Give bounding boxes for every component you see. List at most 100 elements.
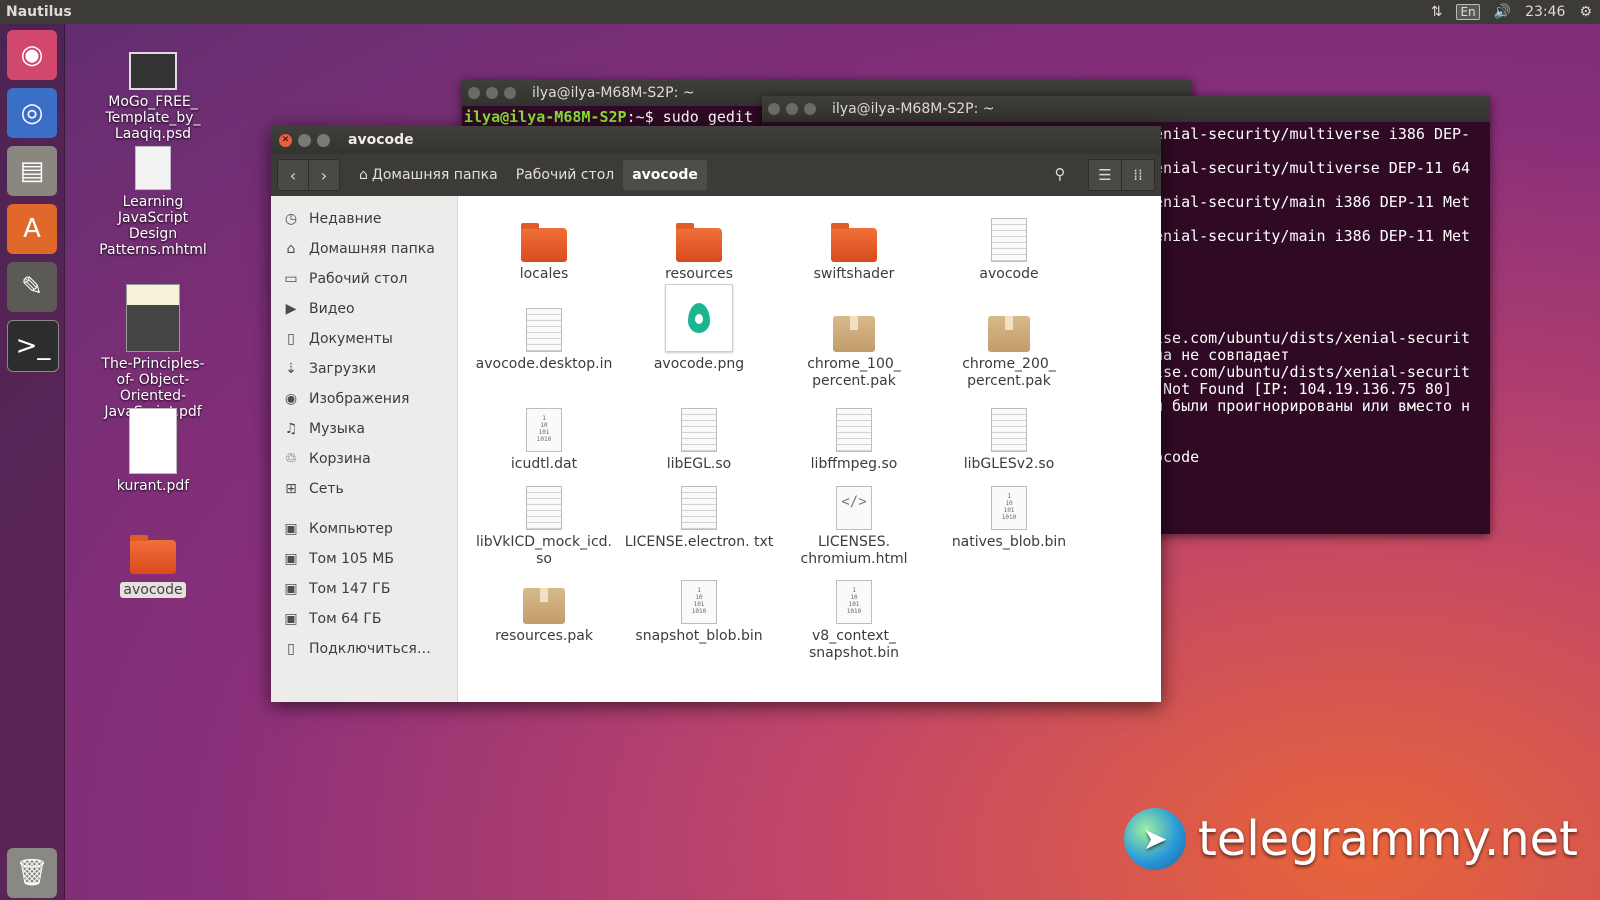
file-glyph [988,316,1030,352]
sidebar-item[interactable]: ▯ Документы [271,324,457,354]
active-app-title: Nautilus [6,4,72,20]
minimize-icon[interactable] [786,103,798,115]
minimize-icon[interactable] [486,87,498,99]
sidebar-item[interactable]: ▣ Компьютер [271,514,457,544]
top-panel: Nautilus ⇅ En 🔊 23:46 ⚙ [0,0,1600,24]
sidebar-item-label: Домашняя папка [309,241,435,257]
file-item[interactable]: 1 10 101 1010 v8_context_ snapshot.bin [778,566,930,662]
file-item[interactable]: chrome_200_ percent.pak [933,294,1085,390]
desktop-folder-avocode[interactable]: avocode [98,534,208,598]
desktop-file-kurant-pdf[interactable]: kurant.pdf [98,408,208,494]
file-item[interactable]: resources [623,204,775,283]
volume-icon[interactable]: 🔊 [1494,4,1511,20]
sidebar-item[interactable]: ▣ Том 147 ГБ [271,574,457,604]
desktop-file-psd[interactable]: MoGo_FREE_ Template_by_ Laaqiq.psd [98,52,208,142]
package-icon [933,294,1085,352]
sidebar-item[interactable]: ⇣ Загрузки [271,354,457,384]
file-item[interactable]: libEGL.so [623,394,775,473]
back-button[interactable]: ‹ [277,159,309,191]
forward-button[interactable]: › [309,159,340,191]
keyboard-layout-indicator[interactable]: En [1456,4,1480,20]
software-center-icon[interactable]: A [7,204,57,254]
file-item[interactable]: 1 10 101 1010 natives_blob.bin [933,472,1085,551]
file-grid[interactable]: locales resources swiftshader avocode avocod… [458,196,1161,702]
terminal-icon[interactable]: >_ [7,320,59,372]
search-icon: ⚲ [1054,165,1066,183]
gimp-icon[interactable]: ✎ [7,262,57,312]
sidebar-item[interactable]: ▣ Том 64 ГБ [271,604,457,634]
files-manager-icon[interactable]: ▤ [7,146,57,196]
sidebar-item[interactable]: ▶ Видео [271,294,457,324]
maximize-icon[interactable] [804,103,816,115]
close-icon[interactable] [468,87,480,99]
sidebar-item[interactable]: ▯ Подключиться… [271,634,457,664]
file-glyph: </> [836,486,872,530]
dash-home-icon[interactable]: ◉ [7,30,57,80]
desktop-file-principles-pdf[interactable]: The-Principles-of- Object-Oriented- Java… [98,284,208,420]
sidebar-item[interactable]: ♫ Музыка [271,414,457,444]
search-button[interactable]: ⚲ [1044,159,1076,189]
terminal-line: ise.com/ubuntu/dists/xenial-securit [1154,329,1471,347]
view-options-button[interactable]: ⁞⁞ [1122,159,1155,191]
maximize-icon[interactable] [317,133,330,147]
list-view-button[interactable]: ☰ [1088,159,1122,191]
sidebar-item[interactable]: ◉ Изображения [271,384,457,414]
file-item[interactable]: 1 10 101 1010 snapshot_blob.bin [623,566,775,645]
sidebar-item-label: Том 64 ГБ [309,611,382,627]
file-item[interactable]: avocode [933,204,1085,283]
text-file-icon [468,294,620,352]
desktop-file-mhtml[interactable]: Learning JavaScript Design Patterns.mhtm… [98,146,208,258]
sidebar-item[interactable]: ⌂ Домашняя папка [271,234,457,264]
window-titlebar[interactable]: ✕ avocode [271,126,1161,154]
terminal-titlebar[interactable]: ilya@ilya-M68M-S2P: ~ [762,96,1490,122]
file-item[interactable]: swiftshader [778,204,930,283]
file-item[interactable]: avocode.desktop.in [468,294,620,373]
network-icon[interactable]: ⇅ [1431,4,1443,20]
file-glyph [991,218,1027,262]
sidebar-item[interactable]: ⊞ Сеть [271,474,457,504]
file-name: locales [519,266,569,282]
file-name: swiftshader [813,266,895,282]
file-manager-window[interactable]: ✕ avocode ‹ › ⌂ Домашняя папка Рабочий ст… [271,126,1161,702]
drive-icon: ▣ [284,581,298,597]
breadcrumb-label: Рабочий стол [515,167,615,183]
file-item[interactable]: chrome_100_ percent.pak [778,294,930,390]
file-item[interactable]: 1 10 101 1010 icudtl.dat [468,394,620,473]
file-item[interactable]: avocode.png [623,284,775,373]
sidebar-separator [271,504,457,514]
file-item[interactable]: locales [468,204,620,283]
file-item[interactable]: resources.pak [468,566,620,645]
file-item[interactable]: libVkICD_mock_icd. so [468,472,620,568]
close-icon[interactable] [768,103,780,115]
breadcrumb-current[interactable]: avocode [623,160,707,190]
breadcrumb-desktop[interactable]: Рабочий стол [507,160,624,190]
breadcrumb-home[interactable]: ⌂ Домашняя папка [350,160,507,190]
file-glyph [526,486,562,530]
file-glyph: 1 10 101 1010 [526,408,562,452]
minimize-icon[interactable] [298,133,311,147]
trash-icon[interactable]: 🗑 [7,848,57,898]
close-icon[interactable]: ✕ [279,133,292,147]
file-name: snapshot_blob.bin [635,628,763,644]
toolbar: ‹ › ⌂ Домашняя папка Рабочий стол avocode… [271,154,1161,196]
breadcrumb: ⌂ Домашняя папка Рабочий стол avocode [350,160,707,190]
file-item[interactable]: libGLESv2.so [933,394,1085,473]
sidebar-item[interactable]: ◷ Недавние [271,204,457,234]
file-name: avocode [979,266,1039,282]
sidebar-item[interactable]: ▣ Том 105 МБ [271,544,457,574]
home-icon: ⌂ [286,241,296,257]
file-item[interactable]: libffmpeg.so [778,394,930,473]
sidebar-item[interactable]: ♲ Корзина [271,444,457,474]
file-item[interactable]: </> LICENSES. chromium.html [778,472,930,568]
sidebar-item[interactable]: ▭ Рабочий стол [271,264,457,294]
maximize-icon[interactable] [504,87,516,99]
video-icon: ▶ [285,301,297,317]
terminal-output[interactable]: enial-security/multiverse i386 DEP-enial… [1154,126,1488,466]
clock[interactable]: 23:46 [1525,4,1565,20]
folder-icon [130,535,176,574]
gear-icon[interactable]: ⚙ [1579,4,1592,20]
desktop-file-label: MoGo_FREE_ Template_by_ Laaqiq.psd [105,94,201,142]
chromium-browser-icon[interactable]: ◎ [7,88,57,138]
file-item[interactable]: LICENSE.electron. txt [623,472,775,551]
